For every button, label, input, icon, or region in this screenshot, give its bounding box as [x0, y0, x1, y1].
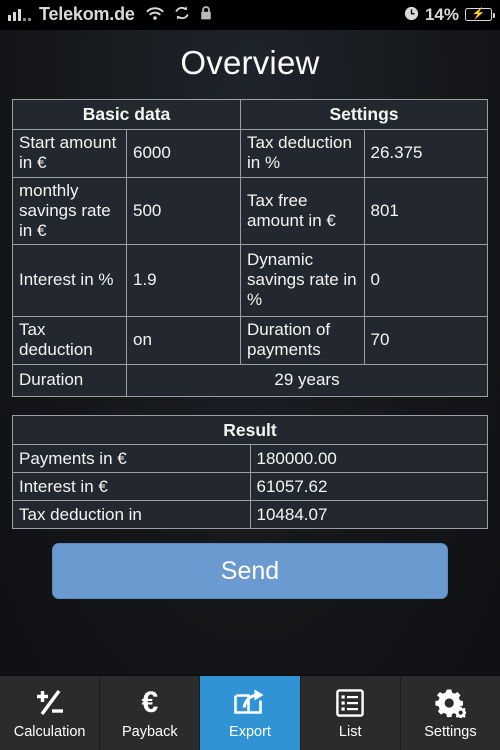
sync-icon: [173, 5, 191, 24]
battery-percent: 14%: [424, 4, 459, 24]
main-content: Overview Basic data Settings Start amoun…: [0, 30, 500, 675]
tab-calculation-label: Calculation: [13, 723, 86, 740]
battery-icon: ⚡: [465, 8, 495, 21]
value-duration-of-payments: 70: [363, 315, 488, 365]
lock-icon: [199, 5, 213, 24]
label-result-interest: Interest in €: [12, 472, 251, 502]
table-row: Start amount in € 6000 Tax deduction in …: [12, 128, 488, 178]
charging-bolt-icon: ⚡: [471, 8, 486, 20]
table-row: Tax deduction on Duration of payments 70: [12, 315, 488, 365]
tab-calculation[interactable]: Calculation: [0, 676, 101, 750]
status-bar-left: Telekom.de: [8, 4, 213, 25]
table-header-row: Basic data Settings: [12, 99, 488, 130]
label-tax-deduction-pct: Tax deduction in %: [240, 128, 365, 178]
tab-payback[interactable]: € Payback: [100, 676, 201, 750]
label-duration: Duration: [12, 363, 127, 397]
tab-settings-label: Settings: [424, 723, 477, 740]
table-row: Interest in % 1.9 Dynamic savings rate i…: [12, 243, 488, 317]
tab-payback-label: Payback: [121, 723, 178, 740]
label-interest: Interest in %: [12, 243, 127, 317]
label-payments: Payments in €: [12, 444, 251, 474]
settings-header: Settings: [240, 99, 488, 130]
gear-icon: [434, 687, 467, 719]
status-bar: Telekom.de 14% ⚡: [0, 0, 500, 30]
value-result-interest: 61057.62: [249, 472, 488, 502]
value-monthly-savings-rate: 500: [126, 176, 241, 245]
signal-bars-icon: [8, 8, 31, 21]
table-footer-row: Duration 29 years: [12, 363, 488, 397]
result-table: Result Payments in € 180000.00 Interest …: [12, 414, 488, 530]
tab-settings[interactable]: Settings: [401, 676, 500, 750]
plus-minus-icon: [33, 687, 67, 719]
status-bar-right: 14% ⚡: [404, 4, 495, 25]
value-payments: 180000.00: [249, 444, 488, 474]
label-result-tax-deduction: Tax deduction in: [12, 500, 251, 530]
tab-bar: Calculation € Payback Export List Settin…: [0, 675, 500, 750]
value-interest: 1.9: [126, 243, 241, 317]
value-duration: 29 years: [126, 363, 488, 397]
wifi-icon: [145, 6, 165, 24]
list-icon: [336, 687, 365, 719]
label-tax-deduction: Tax deduction: [12, 315, 127, 365]
table-row: Tax deduction in 10484.07: [12, 500, 488, 530]
label-monthly-savings-rate: monthly savings rate in €: [12, 176, 127, 245]
table-row: Interest in € 61057.62: [12, 472, 488, 502]
clock-icon: [404, 6, 419, 24]
value-result-tax-deduction: 10484.07: [249, 500, 488, 530]
label-dynamic-savings-rate: Dynamic savings rate in %: [240, 243, 365, 317]
send-button[interactable]: Send: [52, 543, 448, 599]
page-title: Overview: [180, 44, 320, 81]
value-tax-free-amount: 801: [363, 176, 488, 245]
label-duration-of-payments: Duration of payments: [240, 315, 365, 365]
table-row: Payments in € 180000.00: [12, 444, 488, 474]
tab-export[interactable]: Export: [200, 676, 301, 750]
euro-icon: €: [141, 685, 159, 719]
result-header-row: Result: [12, 414, 488, 446]
tab-list[interactable]: List: [301, 676, 401, 750]
value-dynamic-savings-rate: 0: [363, 243, 488, 317]
tab-list-label: List: [338, 723, 362, 740]
value-tax-deduction-pct: 26.375: [363, 128, 488, 178]
carrier-name: Telekom.de: [39, 4, 135, 24]
tab-export-label: Export: [229, 723, 271, 740]
export-share-icon: [233, 687, 267, 719]
basic-data-header: Basic data: [12, 99, 241, 130]
label-tax-free-amount: Tax free amount in €: [240, 176, 365, 245]
basic-data-table: Basic data Settings Start amount in € 60…: [12, 99, 488, 397]
table-row: monthly savings rate in € 500 Tax free a…: [12, 176, 488, 245]
result-header: Result: [12, 414, 488, 446]
label-start-amount: Start amount in €: [12, 128, 127, 178]
value-start-amount: 6000: [126, 128, 241, 178]
value-tax-deduction: on: [126, 315, 241, 365]
